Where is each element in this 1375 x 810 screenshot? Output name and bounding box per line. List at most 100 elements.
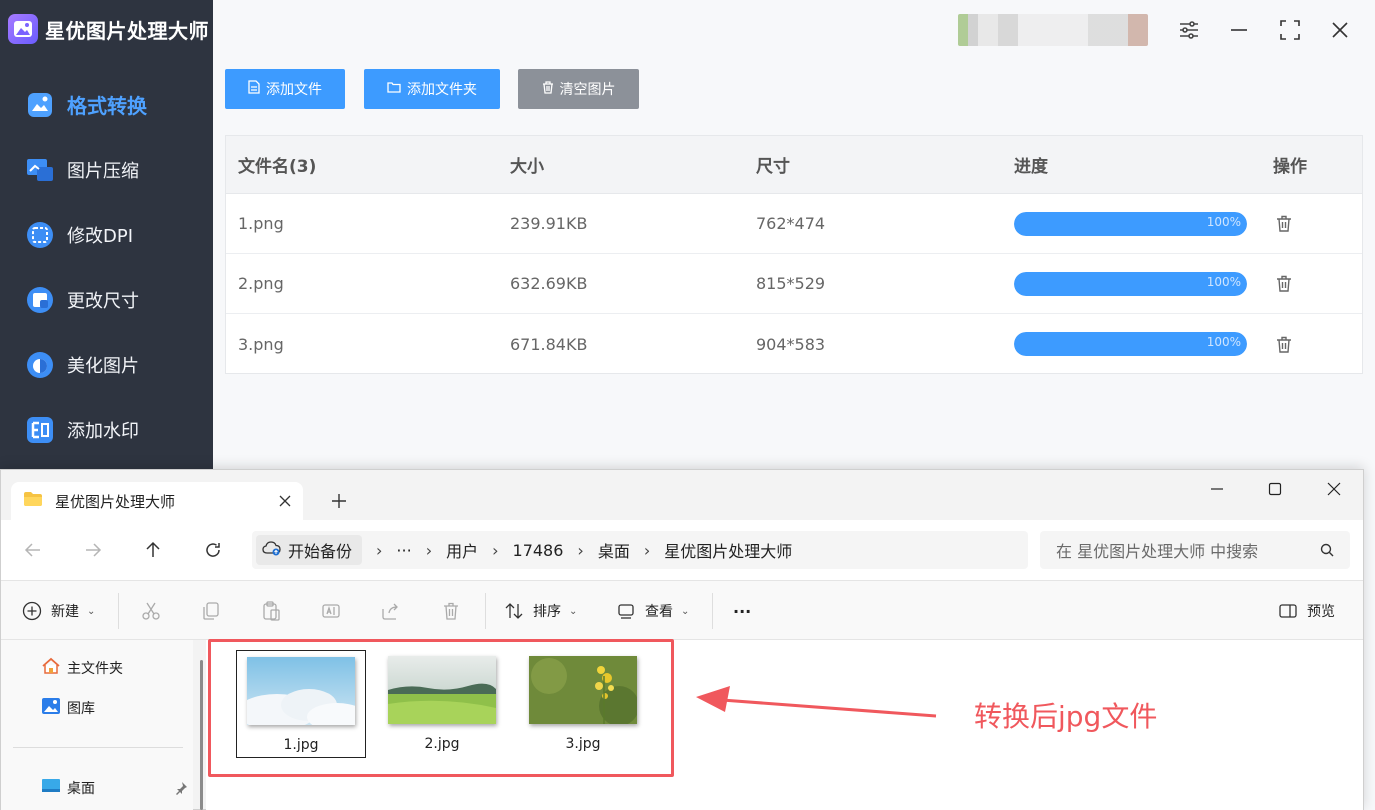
minimize-icon[interactable] — [1202, 476, 1232, 502]
more-label: ··· — [733, 601, 752, 621]
gallery-icon — [41, 697, 61, 719]
chevron-right-icon: › — [492, 540, 499, 560]
file-list: 1.jpg 2.jpg 3.jpg — [206, 640, 1363, 810]
delete-icon[interactable] — [440, 599, 462, 623]
forward-arrow-icon[interactable] — [81, 538, 105, 562]
view-label: 查看 — [645, 604, 673, 620]
scrollbar[interactable] — [200, 660, 203, 810]
new-label: 新建 — [51, 604, 79, 620]
backup-button[interactable]: 开始备份 — [256, 535, 363, 565]
sidebar-item-label: 美化图片 — [67, 355, 139, 377]
thumbnail-image — [388, 656, 496, 724]
nav-item-label: 桌面 — [67, 781, 95, 797]
breadcrumb-item-users[interactable]: 用户 — [446, 538, 478, 562]
nav-item-label: 图库 — [67, 701, 95, 717]
breadcrumb-ellipsis[interactable]: ··· — [396, 541, 411, 560]
delete-row-icon[interactable] — [1274, 214, 1294, 234]
row-size: 671.84KB — [510, 334, 588, 354]
new-tab-icon[interactable] — [326, 488, 352, 514]
progress-text: 100% — [1206, 214, 1241, 229]
sidebar-item-watermark[interactable]: 添加水印 — [0, 397, 213, 462]
chevron-right-icon: › — [577, 540, 584, 560]
breadcrumb-item-user-folder[interactable]: 17486 — [513, 541, 564, 560]
sidebar-item-label: 修改DPI — [67, 225, 134, 247]
new-button[interactable]: 新建 ⌄ — [21, 599, 95, 623]
pin-icon[interactable] — [174, 780, 188, 799]
maximize-icon[interactable] — [1260, 476, 1290, 502]
app-title: 星优图片处理大师 — [45, 18, 209, 43]
file-explorer-window: 星优图片处理大师 开始备份 › ··· › 用户 › 17486 › 桌面 › … — [0, 469, 1364, 810]
refresh-icon[interactable] — [201, 538, 225, 562]
resize-icon — [25, 285, 55, 315]
file-name: 1.jpg — [283, 737, 319, 753]
sidebar-item-label: 添加水印 — [67, 420, 139, 442]
copy-icon-glyph — [200, 600, 222, 622]
paste-icon[interactable] — [260, 599, 282, 623]
row-size: 632.69KB — [510, 274, 588, 293]
delete-row-icon[interactable] — [1274, 274, 1294, 294]
rename-icon[interactable] — [320, 599, 342, 623]
sidebar-item-dpi[interactable]: 修改DPI — [0, 202, 213, 267]
close-icon[interactable] — [1319, 476, 1349, 502]
search-input[interactable]: 在 星优图片处理大师 中搜索 — [1040, 531, 1350, 569]
breadcrumb-item-desktop[interactable]: 桌面 — [598, 538, 630, 562]
beautify-icon — [25, 350, 55, 380]
sidebar-item-format-convert[interactable]: 格式转换 — [0, 72, 213, 137]
divider — [485, 593, 486, 629]
close-icon[interactable] — [1328, 18, 1352, 42]
sidebar-item-beautify[interactable]: 美化图片 — [0, 332, 213, 397]
file-item[interactable]: 1.jpg — [236, 650, 366, 758]
image-convert-icon — [25, 90, 55, 120]
breadcrumb-item-current[interactable]: 星优图片处理大师 — [664, 538, 792, 562]
cut-icon[interactable] — [140, 599, 162, 623]
file-icon — [248, 80, 260, 98]
sidebar-item-resize[interactable]: 更改尺寸 — [0, 267, 213, 332]
more-options-button[interactable]: ··· — [733, 599, 751, 623]
user-avatar[interactable] — [958, 14, 1148, 46]
file-table: 文件名(3) 大小 尺寸 进度 操作 1.png 239.91KB 762*47… — [225, 135, 1363, 374]
file-item[interactable]: 3.jpg — [518, 650, 648, 758]
file-item[interactable]: 2.jpg — [377, 650, 507, 758]
sidebar-nav: 格式转换 图片压缩 修改DPI 更改尺寸 美化图片 添加水印 — [0, 72, 213, 462]
col-progress: 进度 — [1014, 157, 1048, 177]
progress-bar: 100% — [1014, 271, 1247, 296]
minimize-icon[interactable] — [1227, 18, 1251, 42]
sort-button[interactable]: 排序 ⌄ — [503, 599, 577, 623]
sidebar-item-compress[interactable]: 图片压缩 — [0, 137, 213, 202]
up-arrow-icon[interactable] — [141, 538, 165, 562]
back-arrow-icon[interactable] — [21, 538, 45, 562]
clear-images-button[interactable]: 清空图片 — [518, 69, 639, 109]
add-file-button[interactable]: 添加文件 — [225, 69, 345, 109]
progress-text: 100% — [1206, 335, 1241, 349]
row-filename: 3.png — [238, 334, 284, 354]
rename-icon-glyph — [320, 600, 342, 622]
address-bar[interactable]: 开始备份 › ··· › 用户 › 17486 › 桌面 › 星优图片处理大师 — [252, 531, 1028, 569]
copy-icon[interactable] — [200, 599, 222, 623]
maximize-icon[interactable] — [1278, 18, 1302, 42]
nav-item-gallery[interactable]: 图库 — [41, 696, 95, 720]
backup-label: 开始备份 — [288, 542, 353, 561]
title-bar — [213, 0, 1375, 64]
nav-item-desktop[interactable]: 桌面 — [41, 776, 95, 800]
progress-bar: 100% — [1014, 211, 1247, 236]
thumbnail-image — [247, 657, 355, 725]
add-file-label: 添加文件 — [266, 82, 322, 98]
settings-sliders-icon[interactable] — [1177, 18, 1201, 42]
row-dimensions: 815*529 — [756, 274, 826, 293]
delete-row-icon[interactable] — [1274, 334, 1294, 354]
chevron-right-icon: › — [643, 540, 651, 560]
share-icon[interactable] — [380, 599, 402, 623]
annotation-arrow-icon — [696, 686, 937, 718]
table-header: 文件名(3) 大小 尺寸 进度 操作 — [226, 136, 1362, 194]
explorer-tab[interactable]: 星优图片处理大师 — [11, 482, 303, 520]
app-logo-icon — [8, 14, 38, 44]
add-folder-button[interactable]: 添加文件夹 — [364, 69, 500, 109]
progress-fill: 100% — [1014, 271, 1247, 296]
close-tab-icon[interactable] — [277, 493, 293, 509]
nav-item-home[interactable]: 主文件夹 — [41, 656, 123, 680]
preview-pane-button[interactable]: 预览 — [1277, 599, 1335, 623]
folder-icon — [23, 491, 43, 511]
row-filename: 1.png — [238, 214, 284, 233]
row-size: 239.91KB — [510, 214, 588, 233]
view-button[interactable]: 查看 ⌄ — [615, 599, 689, 623]
